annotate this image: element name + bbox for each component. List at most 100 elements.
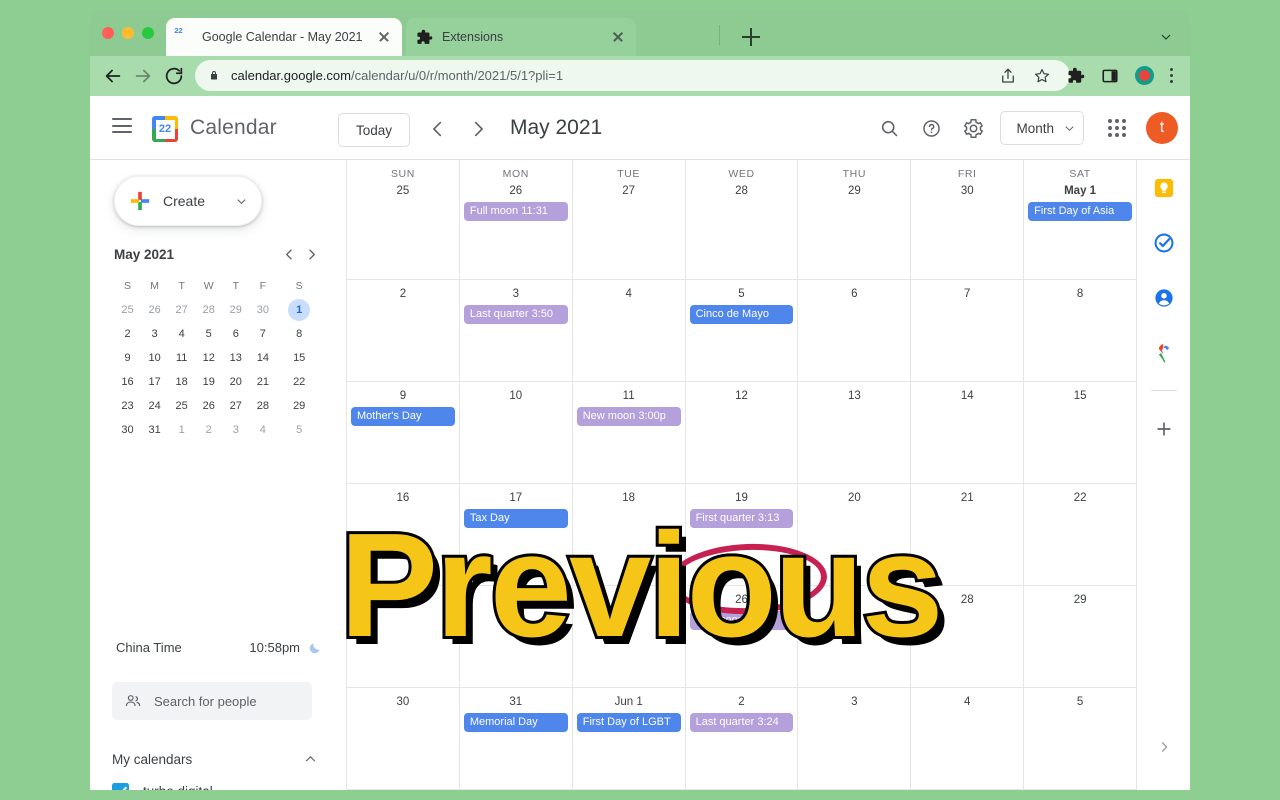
mini-calendar-day[interactable]: 25: [114, 298, 141, 322]
expand-panel-button[interactable]: [1137, 732, 1190, 762]
mini-calendar-day[interactable]: 8: [276, 322, 322, 346]
address-bar[interactable]: calendar.google.com/calendar/u/0/r/month…: [195, 60, 1070, 91]
mini-calendar-day[interactable]: 30: [114, 418, 141, 442]
search-icon[interactable]: [868, 107, 910, 149]
mini-calendar-day[interactable]: 27: [168, 298, 195, 322]
add-app-button[interactable]: [1137, 401, 1190, 456]
apps-grid-icon[interactable]: [1096, 107, 1138, 149]
browser-tab-calendar[interactable]: 22 Google Calendar - May 2021: [166, 18, 402, 56]
mini-calendar-day[interactable]: 12: [195, 346, 222, 370]
day-number[interactable]: 30: [911, 180, 1023, 197]
forward-arrow-icon[interactable]: [132, 65, 154, 87]
browser-tab-extensions[interactable]: Extensions: [406, 18, 636, 56]
share-icon[interactable]: [999, 67, 1017, 85]
maximize-window-button[interactable]: [142, 27, 154, 39]
day-cell[interactable]: TUE 27: [573, 160, 686, 279]
mini-calendar-day[interactable]: 30: [249, 298, 276, 322]
calendar-list-item[interactable]: turbo digital: [112, 774, 322, 790]
day-cell[interactable]: 2 Last quarter 3:24: [686, 688, 799, 789]
day-cell[interactable]: 9 Mother's Day: [347, 382, 460, 483]
day-cell[interactable]: 7: [911, 280, 1025, 381]
chevron-down-icon[interactable]: [1160, 30, 1172, 42]
day-number[interactable]: 29: [798, 180, 910, 197]
day-number[interactable]: 22: [1024, 486, 1136, 504]
google-maps-icon[interactable]: [1137, 325, 1190, 380]
day-number[interactable]: 11: [573, 384, 685, 402]
day-number[interactable]: 28: [686, 180, 798, 197]
google-contacts-icon[interactable]: [1137, 270, 1190, 325]
day-number[interactable]: 25: [347, 180, 459, 197]
mini-calendar-day[interactable]: 13: [222, 346, 249, 370]
gear-icon[interactable]: [952, 107, 994, 149]
day-cell[interactable]: 22: [1024, 484, 1136, 585]
mini-calendar-day[interactable]: 23: [114, 394, 141, 418]
day-cell[interactable]: 31 Memorial Day: [460, 688, 573, 789]
day-number[interactable]: 7: [911, 282, 1023, 300]
day-number[interactable]: 19: [686, 486, 798, 504]
google-keep-icon[interactable]: [1137, 160, 1190, 215]
day-number[interactable]: 13: [798, 384, 910, 402]
mini-calendar-day[interactable]: 21: [249, 370, 276, 394]
day-number[interactable]: 17: [460, 486, 572, 504]
mini-calendar-day[interactable]: 14: [249, 346, 276, 370]
day-cell[interactable]: SUN 25: [347, 160, 460, 279]
minimize-window-button[interactable]: [122, 27, 134, 39]
day-number[interactable]: 4: [573, 282, 685, 300]
mini-calendar-day[interactable]: 17: [141, 370, 168, 394]
event-chip[interactable]: Full moon 11:31: [463, 202, 568, 221]
day-cell[interactable]: Jun 1 First Day of LGBT: [573, 688, 686, 789]
mini-calendar-day[interactable]: 19: [195, 370, 222, 394]
search-people-input[interactable]: Search for people: [112, 682, 312, 720]
mini-calendar-prev-button[interactable]: [278, 243, 300, 265]
day-number[interactable]: 31: [460, 690, 572, 708]
mini-calendar-day[interactable]: 26: [141, 298, 168, 322]
hamburger-menu-icon[interactable]: [112, 118, 132, 133]
day-number[interactable]: 15: [1024, 384, 1136, 402]
day-cell[interactable]: WED 28: [686, 160, 799, 279]
side-panel-icon[interactable]: [1101, 67, 1119, 85]
mini-calendar-day[interactable]: 15: [276, 346, 322, 370]
mini-calendar-day[interactable]: 27: [222, 394, 249, 418]
day-number[interactable]: 2: [686, 690, 798, 708]
day-number[interactable]: 27: [573, 180, 685, 197]
day-cell[interactable]: 4: [911, 688, 1025, 789]
back-arrow-icon[interactable]: [102, 65, 124, 87]
day-cell[interactable]: 2: [347, 280, 460, 381]
day-number[interactable]: 20: [798, 486, 910, 504]
day-cell[interactable]: 6: [798, 280, 912, 381]
day-number[interactable]: 16: [347, 486, 459, 504]
mini-calendar-day[interactable]: 28: [249, 394, 276, 418]
day-cell[interactable]: SAT May 1 First Day of Asia: [1024, 160, 1136, 279]
day-cell[interactable]: 3 Last quarter 3:50: [460, 280, 573, 381]
mini-calendar-day[interactable]: 2: [114, 322, 141, 346]
day-number[interactable]: 12: [686, 384, 798, 402]
mini-calendar-day[interactable]: 16: [114, 370, 141, 394]
event-chip[interactable]: Last quarter 3:50: [463, 305, 568, 324]
day-number[interactable]: 14: [911, 384, 1023, 402]
kebab-menu-icon[interactable]: [1170, 67, 1174, 85]
mini-calendar-day[interactable]: 31: [141, 418, 168, 442]
day-cell[interactable]: 3: [798, 688, 912, 789]
mini-calendar-day[interactable]: 22: [276, 370, 322, 394]
day-number[interactable]: Jun 1: [573, 690, 685, 708]
mini-calendar-next-button[interactable]: [300, 243, 322, 265]
day-cell[interactable]: 4: [573, 280, 686, 381]
mini-calendar-day[interactable]: 29: [222, 298, 249, 322]
window-controls[interactable]: [102, 27, 154, 39]
mini-calendar-day[interactable]: 1: [276, 298, 322, 322]
day-cell[interactable]: FRI 30: [911, 160, 1025, 279]
day-cell[interactable]: THU 29: [798, 160, 912, 279]
mini-calendar-day[interactable]: 2: [195, 418, 222, 442]
event-chip[interactable]: Last quarter 3:24: [689, 713, 794, 732]
day-number[interactable]: 3: [460, 282, 572, 300]
event-chip[interactable]: First Day of LGBT: [576, 713, 681, 732]
day-cell[interactable]: 13: [798, 382, 912, 483]
event-chip[interactable]: First Day of Asia: [1028, 202, 1133, 221]
profile-avatar-icon[interactable]: [1135, 66, 1154, 85]
day-cell[interactable]: MON 26 Full moon 11:31: [460, 160, 573, 279]
mini-calendar-day[interactable]: 28: [195, 298, 222, 322]
day-number[interactable]: 10: [460, 384, 572, 402]
day-number[interactable]: 26: [460, 180, 572, 197]
day-number[interactable]: 5: [686, 282, 798, 300]
mini-calendar-day[interactable]: 11: [168, 346, 195, 370]
